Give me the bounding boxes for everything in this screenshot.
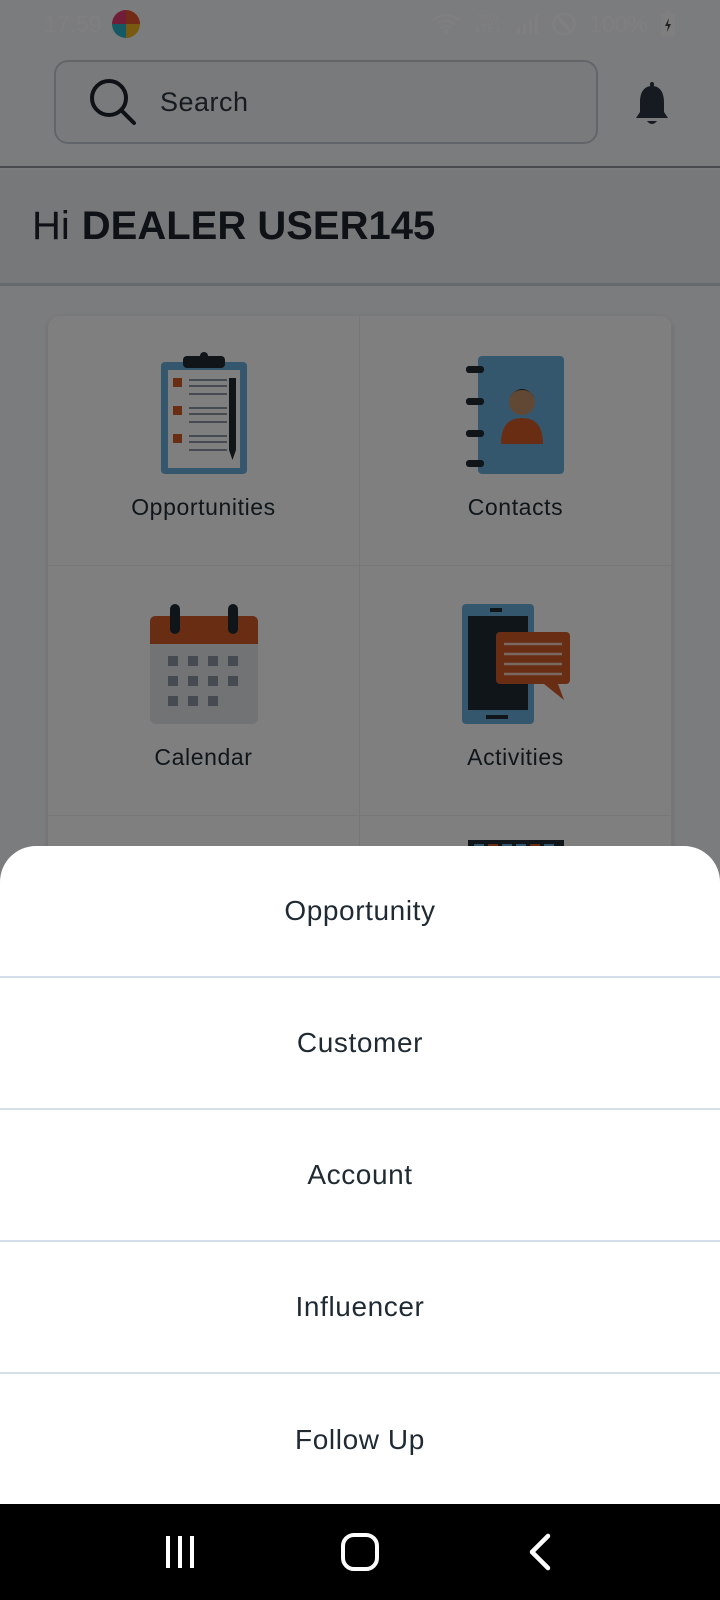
sheet-option-follow-up[interactable]: Follow Up [0, 1374, 720, 1504]
home-icon[interactable] [340, 1532, 380, 1572]
system-nav-bar [0, 1504, 720, 1600]
sheet-option-opportunity[interactable]: Opportunity [0, 846, 720, 978]
back-icon[interactable] [520, 1532, 560, 1572]
sheet-option-influencer[interactable]: Influencer [0, 1242, 720, 1374]
recent-apps-icon[interactable] [160, 1532, 200, 1572]
bottom-sheet: Opportunity Customer Account Influencer … [0, 846, 720, 1504]
sheet-option-account[interactable]: Account [0, 1110, 720, 1242]
sheet-option-customer[interactable]: Customer [0, 978, 720, 1110]
